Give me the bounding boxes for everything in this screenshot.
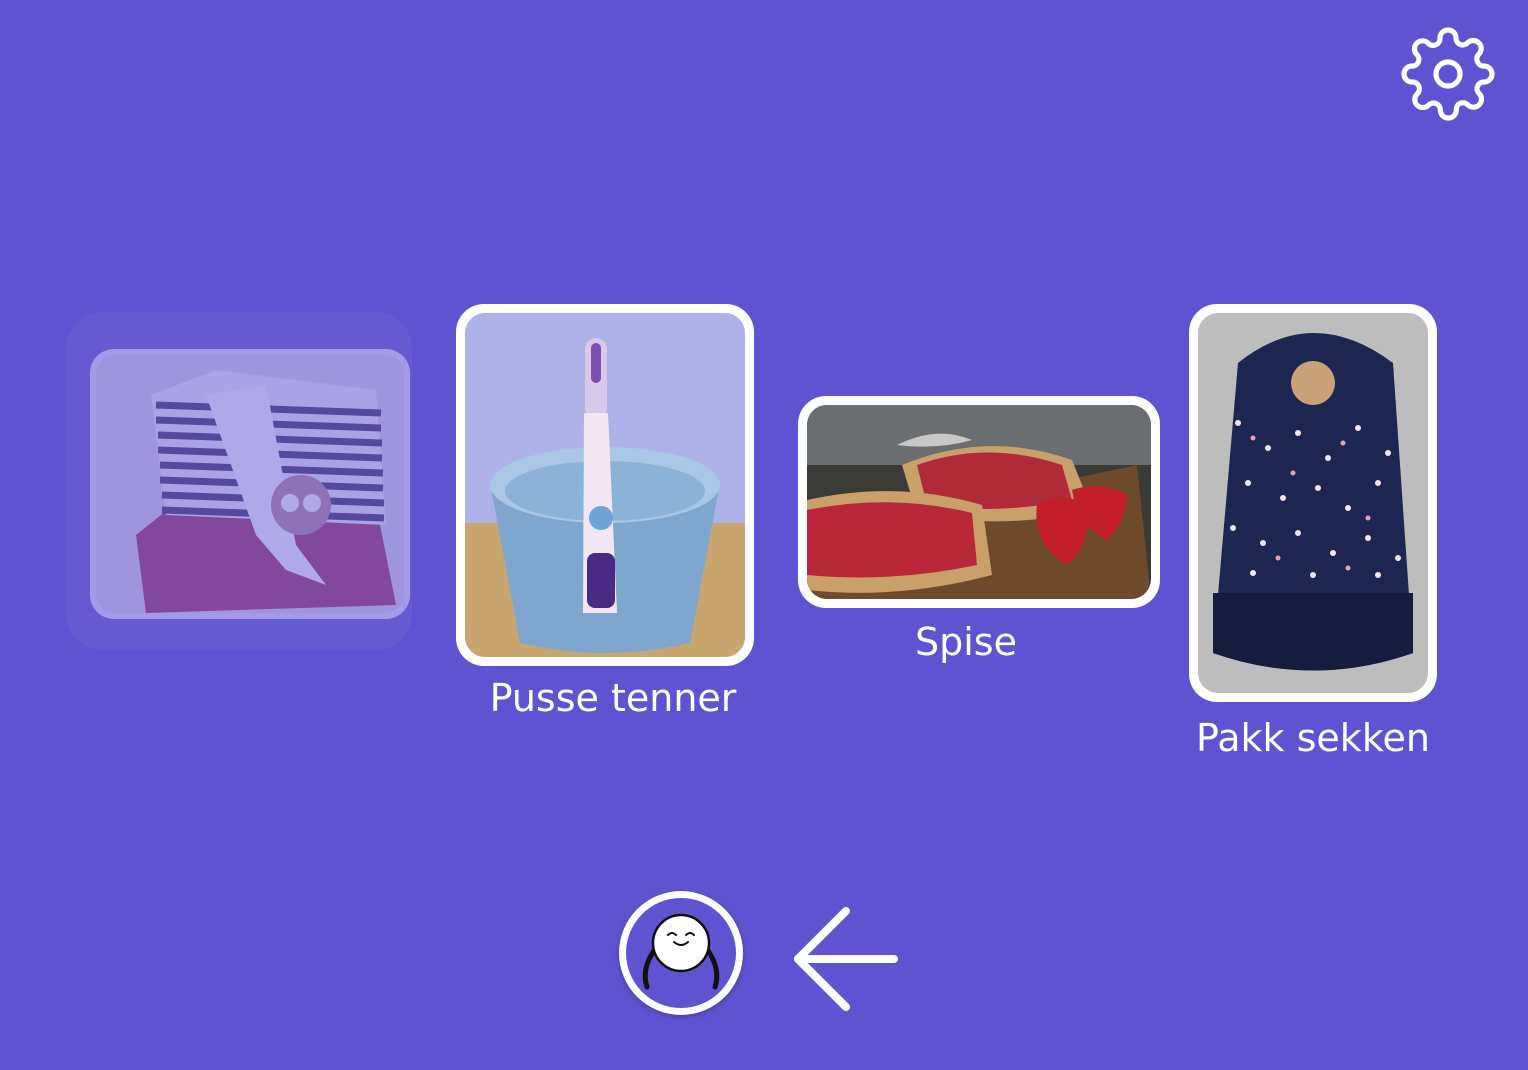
mascot-button[interactable] [619,891,743,1015]
toothbrush-photo [465,313,745,657]
activity-card-backpack[interactable] [1189,304,1437,702]
activity-label-toothbrush: Pusse tenner [489,676,737,720]
settings-button[interactable] [1400,26,1496,122]
jam-toast-photo [807,405,1151,599]
activity-label-backpack: Pakk sekken [1196,716,1430,760]
activity-card-food[interactable] [798,396,1160,608]
clothes-photo [96,355,404,613]
mascot-icon [626,898,736,1008]
activity-card-toothbrush[interactable] [456,304,754,666]
arrow-left-icon [794,907,898,1011]
activity-label-food: Spise [915,620,1017,664]
gear-icon [1401,27,1495,121]
activity-card-clothes[interactable] [90,349,410,619]
backpack-photo [1198,313,1428,693]
back-button[interactable] [786,902,904,1016]
